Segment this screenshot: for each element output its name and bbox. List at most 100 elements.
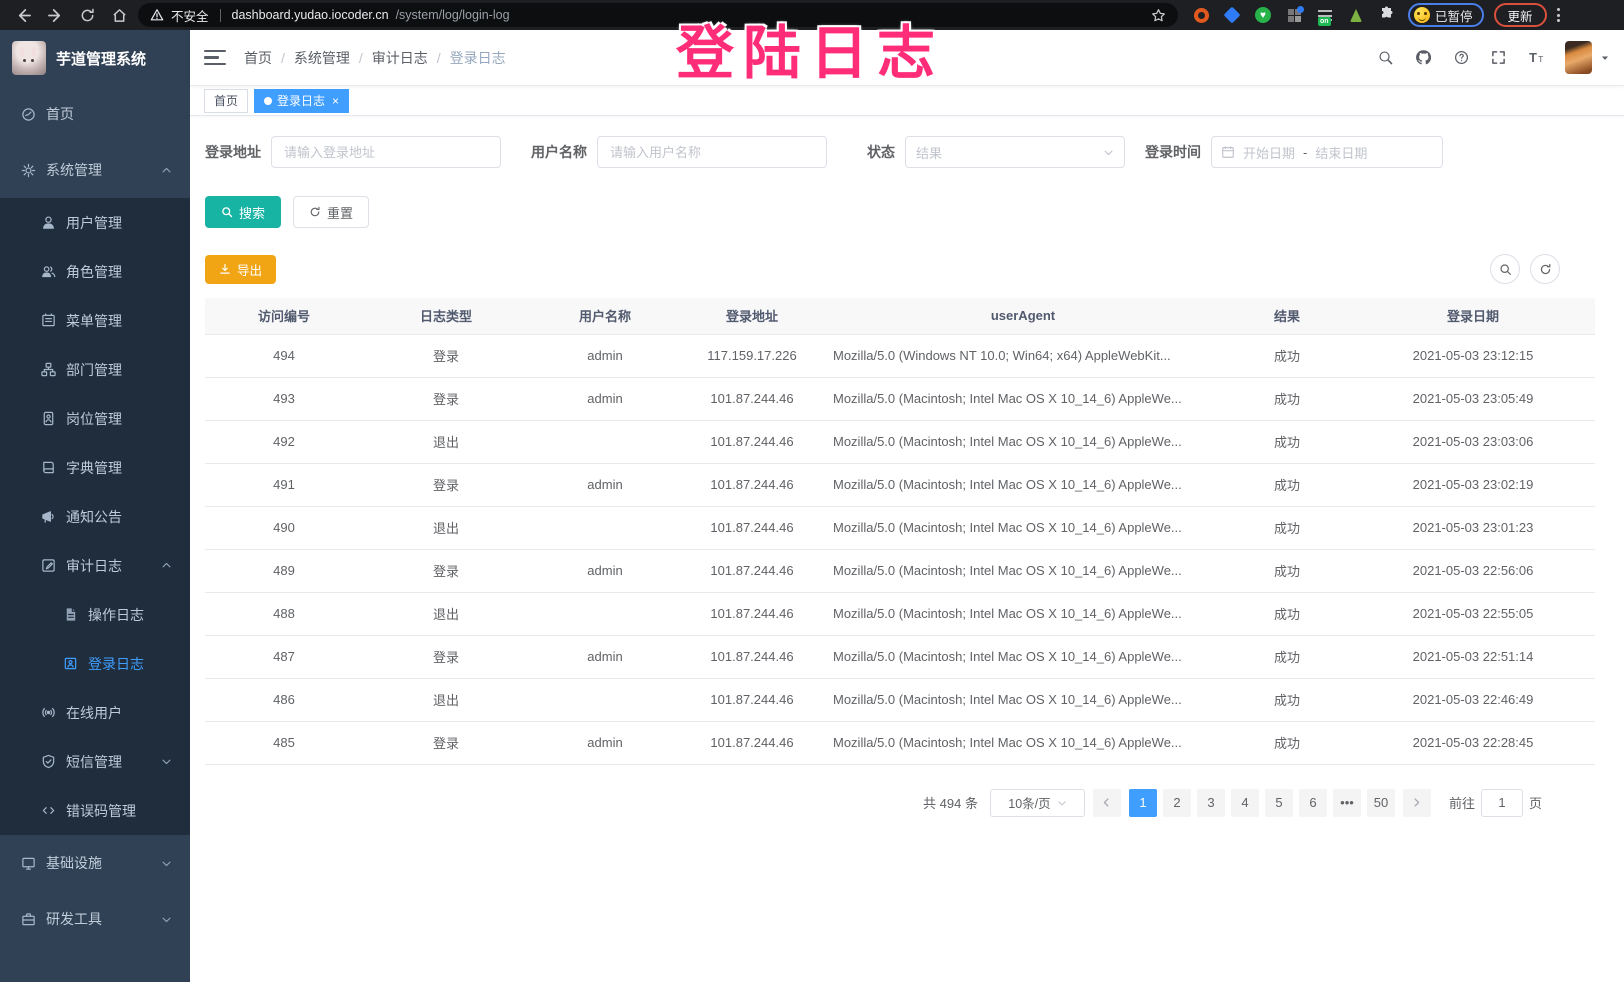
page-button-6[interactable]: 6 [1299, 789, 1327, 817]
column-header-结果: 结果 [1223, 298, 1351, 334]
status-select[interactable]: 结果 [905, 136, 1125, 168]
page-size-select[interactable]: 10条/页 [990, 789, 1085, 817]
cell-访问编号: 487 [205, 635, 363, 678]
fullscreen-icon[interactable] [1491, 50, 1506, 65]
tag-close-icon[interactable]: × [332, 95, 339, 107]
sidebar-item-通知公告[interactable]: 通知公告 [0, 492, 190, 541]
breadcrumb-item-审计日志[interactable]: 审计日志 [372, 48, 428, 68]
page-button-5[interactable]: 5 [1265, 789, 1293, 817]
sidebar-item-label: 基础设施 [46, 853, 102, 873]
sidebar-item-审计日志[interactable]: 审计日志 [0, 541, 190, 590]
prev-page-button[interactable] [1093, 789, 1121, 817]
sidebar-item-字典管理[interactable]: 字典管理 [0, 443, 190, 492]
cell-用户名称: admin [529, 549, 681, 592]
paused-extension-pill[interactable]: 已暂停 [1408, 3, 1484, 27]
cell-日志类型: 登录 [363, 377, 529, 420]
cell-日志类型: 登录 [363, 721, 529, 764]
address-bar[interactable]: 不安全 dashboard.yudao.iocoder.cn/system/lo… [138, 3, 1178, 27]
sidebar-item-错误码管理[interactable]: 错误码管理 [0, 786, 190, 835]
table-row: 487登录admin101.87.244.46Mozilla/5.0 (Maci… [205, 635, 1595, 678]
sidebar-item-短信管理[interactable]: 短信管理 [0, 737, 190, 786]
sidebar-item-研发工具[interactable]: 研发工具 [0, 891, 190, 947]
more-pages-button[interactable]: ••• [1333, 789, 1361, 817]
page-button-50[interactable]: 50 [1367, 789, 1395, 817]
list-on-ext-icon[interactable]: on [1316, 6, 1334, 24]
tag-首页[interactable]: 首页 [204, 89, 248, 113]
tag-登录日志[interactable]: 登录日志 × [254, 89, 349, 113]
refresh-table-button[interactable] [1530, 254, 1560, 284]
sidebar-item-登录日志[interactable]: 登录日志 [0, 639, 190, 688]
github-icon[interactable] [1415, 49, 1432, 66]
page-button-4[interactable]: 4 [1231, 789, 1259, 817]
home-icon[interactable] [110, 6, 128, 24]
sidebar-item-用户管理[interactable]: 用户管理 [0, 198, 190, 247]
org-tree-icon [40, 362, 56, 377]
grid-dot-ext-icon[interactable] [1285, 6, 1303, 24]
avatar-caret-down-icon[interactable] [1600, 53, 1610, 63]
export-button[interactable]: 导出 [205, 255, 276, 284]
username-input[interactable] [597, 136, 827, 168]
breadcrumb-item-首页[interactable]: 首页 [244, 48, 272, 68]
reset-button[interactable]: 重置 [293, 196, 369, 228]
toggle-search-button[interactable] [1490, 254, 1520, 284]
green-heart-ext-icon[interactable]: ♥ [1254, 6, 1272, 24]
range-separator: - [1303, 145, 1307, 160]
infrastructure-icon [20, 856, 36, 871]
cell-userAgent: Mozilla/5.0 (Macintosh; Intel Mac OS X 1… [823, 678, 1223, 721]
sidebar-item-岗位管理[interactable]: 岗位管理 [0, 394, 190, 443]
chevron-down-icon [161, 914, 172, 925]
search-icon[interactable] [1378, 50, 1393, 65]
user-avatar[interactable] [1565, 41, 1592, 74]
table-row: 489登录admin101.87.244.46Mozilla/5.0 (Maci… [205, 549, 1595, 592]
table-row: 492退出101.87.244.46Mozilla/5.0 (Macintosh… [205, 420, 1595, 463]
orange-ring-ext-icon[interactable] [1192, 6, 1210, 24]
page-button-1[interactable]: 1 [1129, 789, 1157, 817]
login-address-input[interactable] [271, 136, 501, 168]
back-icon[interactable] [14, 6, 32, 24]
sidebar-item-label: 错误码管理 [66, 801, 136, 821]
breadcrumb-separator: / [281, 50, 285, 66]
plant-ext-icon[interactable] [1347, 6, 1365, 24]
tag-label: 登录日志 [277, 92, 325, 109]
goto-page-input[interactable] [1481, 789, 1523, 817]
cell-登录地址: 101.87.244.46 [681, 678, 823, 721]
search-filter-form: 登录地址 用户名称 状态 结果 登录时间 开始日期 - 结束日 [205, 136, 1604, 168]
cell-结果: 成功 [1223, 635, 1351, 678]
page-button-3[interactable]: 3 [1197, 789, 1225, 817]
puzzle-ext-icon[interactable] [1378, 6, 1396, 24]
column-header-登录日期: 登录日期 [1351, 298, 1595, 334]
sidebar-item-基础设施[interactable]: 基础设施 [0, 835, 190, 891]
sidebar-item-首页[interactable]: 首页 [0, 86, 190, 142]
page-button-2[interactable]: 2 [1163, 789, 1191, 817]
reload-icon[interactable] [78, 6, 96, 24]
sidebar-item-在线用户[interactable]: 在线用户 [0, 688, 190, 737]
users-icon [40, 264, 56, 279]
docs-icon[interactable] [1454, 50, 1469, 65]
sidebar-item-label: 操作日志 [88, 605, 144, 625]
cell-访问编号: 486 [205, 678, 363, 721]
browser-update-button[interactable]: 更新 [1494, 3, 1547, 27]
svg-text:T: T [1538, 54, 1543, 64]
sidebar-item-操作日志[interactable]: 操作日志 [0, 590, 190, 639]
sidebar-item-菜单管理[interactable]: 菜单管理 [0, 296, 190, 345]
forward-icon[interactable] [46, 6, 64, 24]
browser-menu-icon[interactable] [1557, 8, 1560, 22]
app-logo-row[interactable]: 芋道管理系统 [0, 30, 190, 86]
table-row: 493登录admin101.87.244.46Mozilla/5.0 (Maci… [205, 377, 1595, 420]
next-page-button[interactable] [1403, 789, 1431, 817]
operation-log-icon [62, 607, 78, 622]
blue-gem-ext-icon[interactable] [1223, 6, 1241, 24]
sidebar-item-部门管理[interactable]: 部门管理 [0, 345, 190, 394]
cell-结果: 成功 [1223, 506, 1351, 549]
search-button[interactable]: 搜索 [205, 196, 281, 228]
login-time-range-picker[interactable]: 开始日期 - 结束日期 [1211, 136, 1443, 168]
sidebar-item-角色管理[interactable]: 角色管理 [0, 247, 190, 296]
cell-登录日期: 2021-05-03 22:28:45 [1351, 721, 1595, 764]
bookmark-star-icon[interactable] [1151, 8, 1166, 23]
font-size-icon[interactable]: TT [1528, 49, 1545, 66]
hamburger-icon[interactable] [204, 50, 226, 66]
page-unit-label: 页 [1529, 793, 1542, 812]
sidebar-item-系统管理[interactable]: 系统管理 [0, 142, 190, 198]
breadcrumb-item-系统管理[interactable]: 系统管理 [294, 48, 350, 68]
cell-userAgent: Mozilla/5.0 (Macintosh; Intel Mac OS X 1… [823, 420, 1223, 463]
